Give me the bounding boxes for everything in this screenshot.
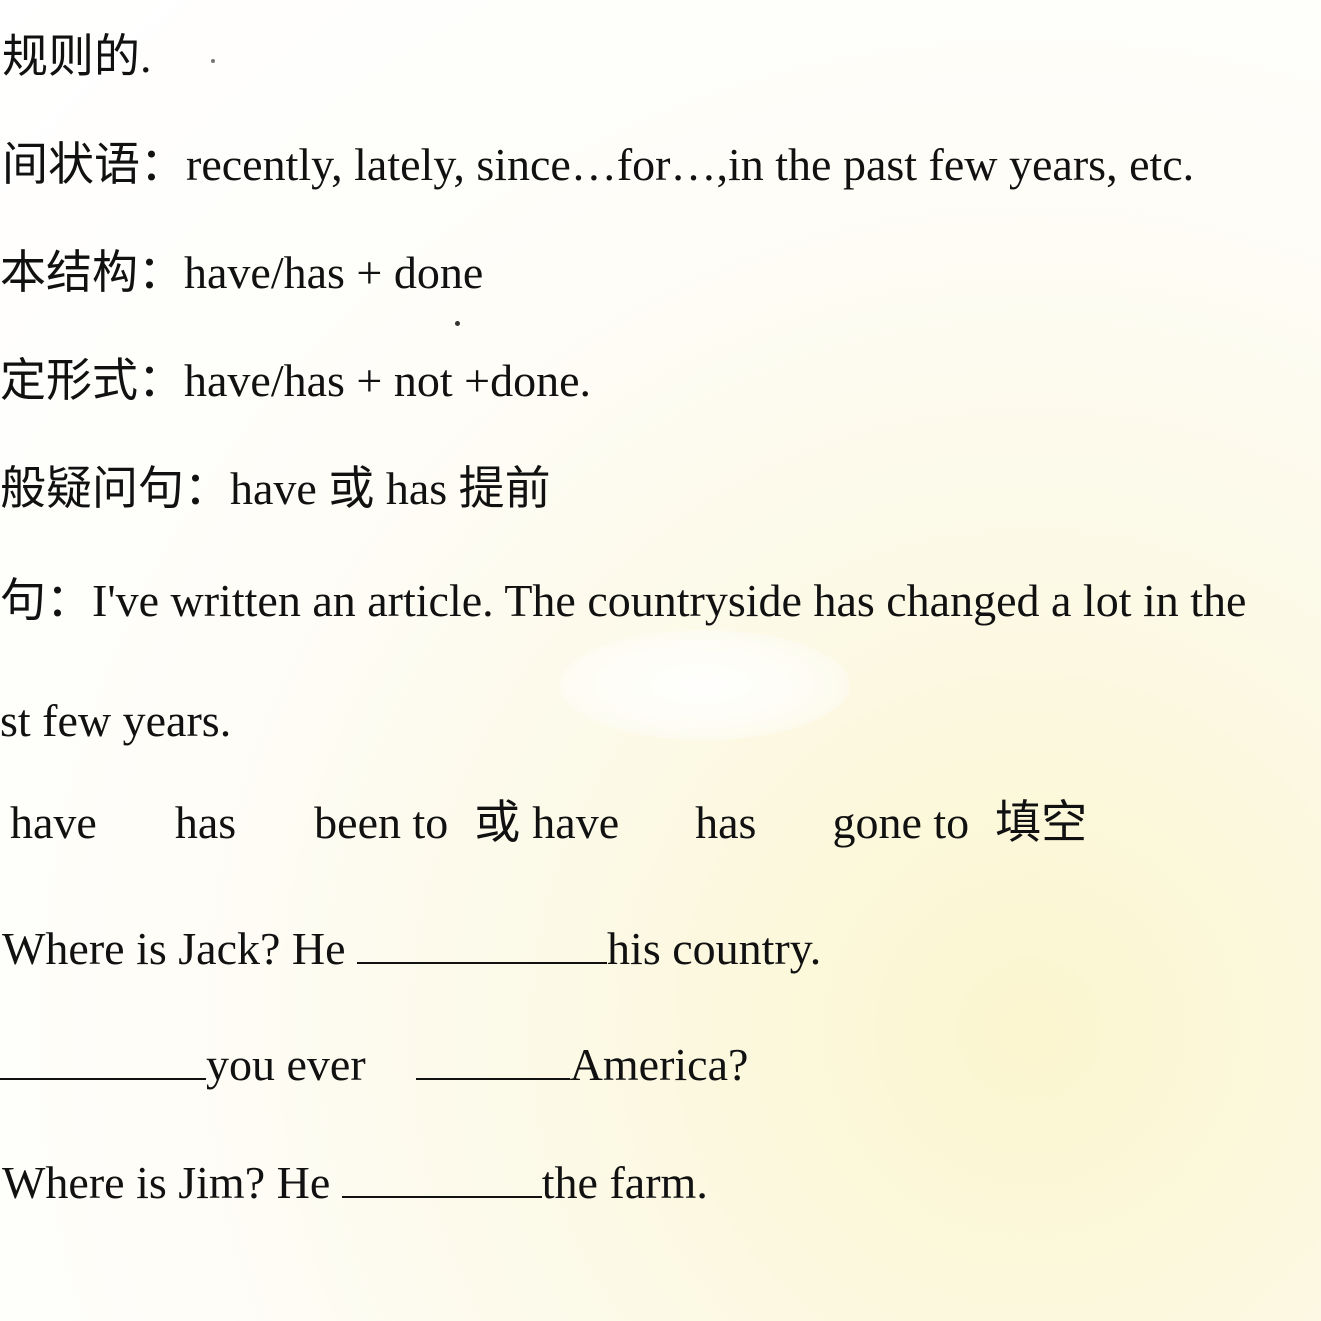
header-word-have: have [10,797,97,848]
question-word-have: have [230,463,317,514]
negative-line: 定形式：have/has + not +done. [0,358,591,404]
time-adverbial-line: 间状语：recently, lately, since…for…,in the … [2,142,1194,188]
exercise-2-end: America? [569,1039,749,1090]
time-adverbial-words: recently, lately, since…for…,in the past… [186,139,1195,190]
structure-label: 本结构： [0,247,184,298]
exercise-1-prompt: Where is Jack? He [2,923,346,974]
header-word-has-2: has [695,797,757,848]
fill-header-line: have has been to 或 have has gone to 填空 [10,800,1087,846]
negative-formula: have/has + not +done. [184,355,592,406]
example-line: 句：I've written an article. The countrysi… [0,578,1246,624]
paper-glare [560,630,850,740]
exercise-1: Where is Jack? He his country. [2,922,821,972]
header-word-gone-to: gone to [832,797,970,848]
exercise-3-end: the farm. [541,1157,708,1208]
exercise-2-blank-1[interactable] [0,1038,206,1080]
header-word-has: has [174,797,237,848]
header-word-have-2: have [532,797,620,848]
example-continuation-line: st few years. [0,698,231,744]
exercise-2-middle: you ever [206,1039,366,1090]
question-line: 般疑问句：have 或 has 提前 [0,466,551,512]
header-task: 填空 [995,797,1088,848]
example-continuation: st few years. [0,695,232,746]
question-word-or: 或 [328,463,375,514]
ink-speck [211,59,215,63]
time-adverbial-label: 间状语： [2,139,186,190]
structure-line: 本结构：have/has + done [0,250,483,296]
exercise-1-end: his country. [607,923,822,974]
structure-formula: have/has + done [184,247,484,298]
exercise-2: you ever America? [0,1038,748,1088]
rule-line: 规则的. [2,34,152,80]
exercise-3-blank[interactable] [341,1156,542,1198]
exercise-3: Where is Jim? He the farm. [2,1156,708,1206]
header-word-been-to: been to [314,797,449,848]
exercise-3-prompt: Where is Jim? He [2,1157,331,1208]
ink-speck [455,321,460,326]
exercise-1-blank[interactable] [357,922,608,964]
example-label: 句： [0,575,92,626]
rule-text: 规则的. [2,31,152,82]
exercise-2-blank-2[interactable] [415,1038,570,1080]
example-text: I've written an article. The countryside… [92,575,1247,626]
question-word-has: has [385,463,448,514]
question-label: 般疑问句： [0,463,230,514]
question-word-forward: 提前 [458,463,551,514]
negative-label: 定形式： [0,355,184,406]
header-word-or: 或 [474,797,521,848]
